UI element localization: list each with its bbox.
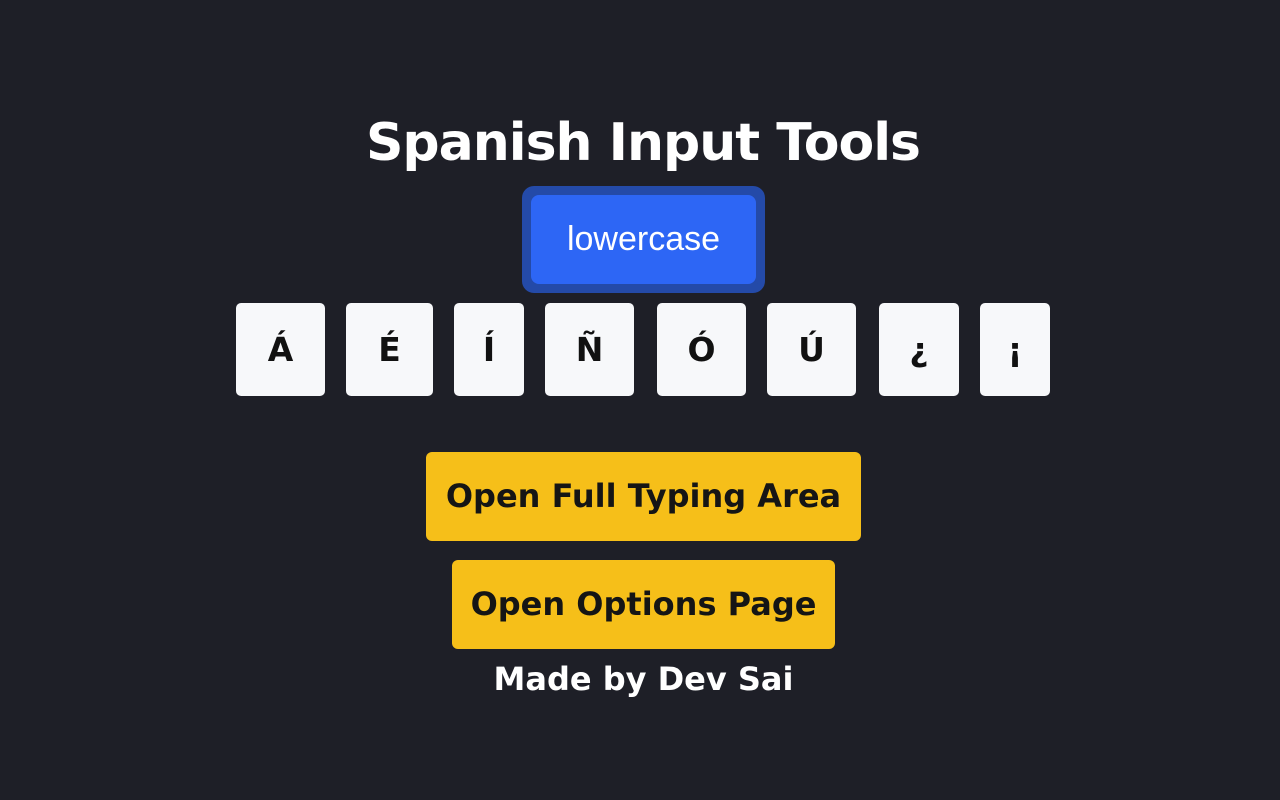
credit-text: Made by Dev Sai [493, 660, 794, 698]
key-i-acute[interactable]: Í [454, 303, 524, 396]
open-full-typing-area-button[interactable]: Open Full Typing Area [426, 452, 861, 541]
case-toggle-focus-ring: lowercase [522, 186, 765, 293]
key-o-acute[interactable]: Ó [657, 303, 746, 396]
key-n-tilde[interactable]: Ñ [545, 303, 634, 396]
open-options-page-button[interactable]: Open Options Page [452, 560, 835, 649]
page-title: Spanish Input Tools [365, 113, 921, 173]
key-inverted-exclamation-mark[interactable]: ¡ [980, 303, 1050, 396]
key-u-acute[interactable]: Ú [767, 303, 856, 396]
key-a-acute[interactable]: Á [236, 303, 325, 396]
case-toggle-button[interactable]: lowercase [531, 195, 756, 284]
key-e-acute[interactable]: É [346, 303, 433, 396]
popup-page: Spanish Input Tools lowercase Á É Í Ñ Ó … [0, 0, 1280, 800]
key-inverted-question-mark[interactable]: ¿ [879, 303, 959, 396]
